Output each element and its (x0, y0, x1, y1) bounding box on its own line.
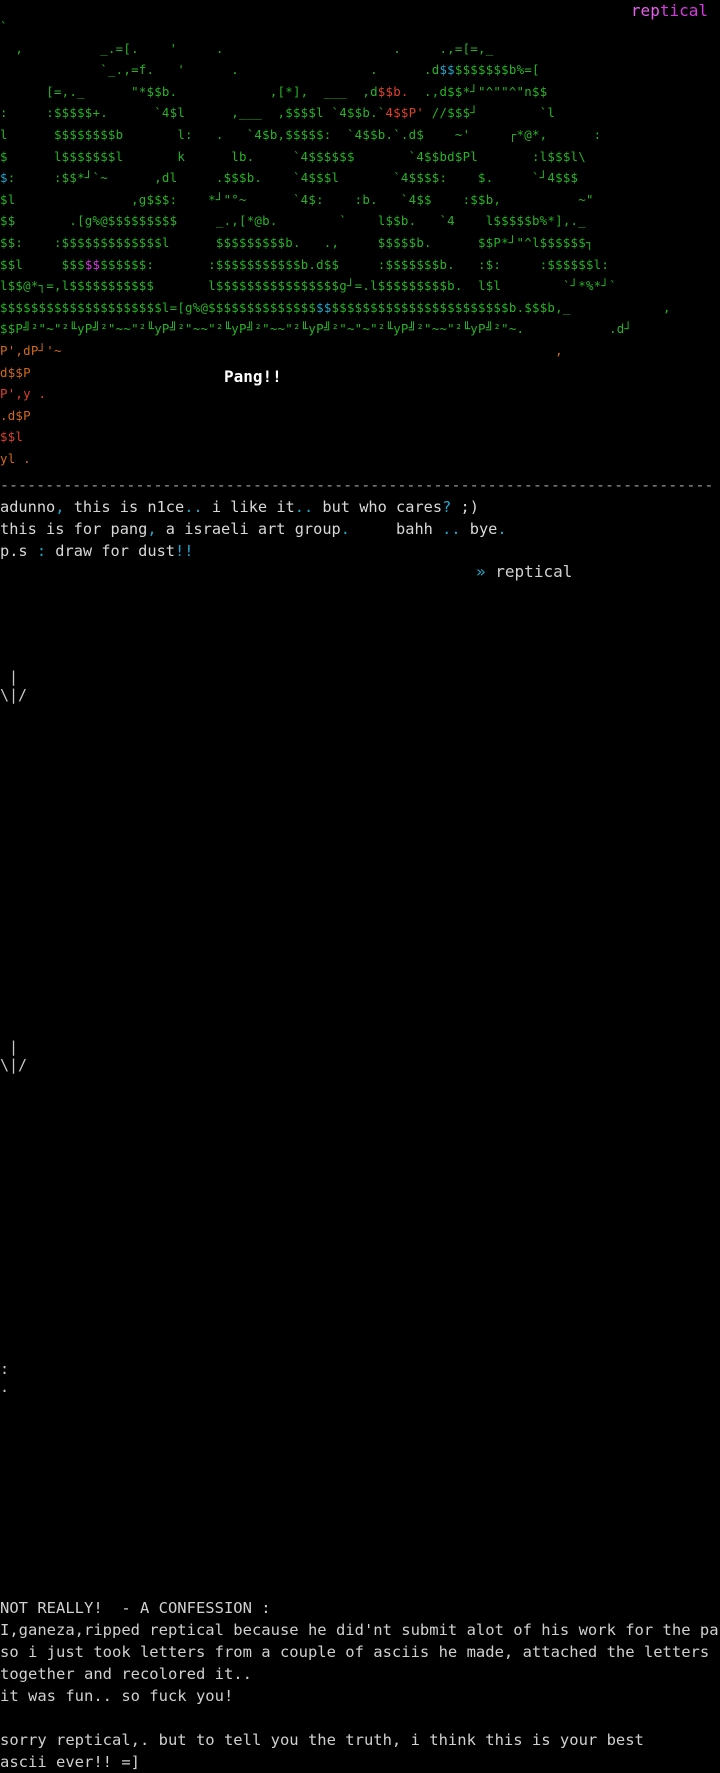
ascii-art-segment: $$ .[g%@$$$$$$$$$ _.,[*@b. ` l$$b. `4 l$… (0, 213, 586, 229)
message-segment: ? (442, 498, 452, 516)
ascii-art-row: l$$@*┐=,l$$$$$$$$$$$ l$$$$$$$$$$$$$$$$g┘… (0, 275, 617, 297)
ascii-art-segment: $l ,g$$$: *┘"°~ `4$: :b. `4$$ :$$b, ~" (0, 191, 594, 207)
message-segment: , (147, 520, 157, 538)
ascii-art-segment: $ l$$$$$$$l k lb. `4$$$$$$ `4$$bd$Pl :l$… (0, 148, 586, 164)
signature-name: reptical (495, 562, 573, 581)
ascii-art-segment: $$$$$$$b%=[ (454, 62, 540, 78)
ascii-art-segment: $$$$$$$$$$$$$$$$$$$$$l=[g%@$$$$$$$$$$$$$… (0, 299, 317, 315)
confession-block: NOT REALLY! - A CONFESSION : I,ganeza,rip… (0, 1597, 720, 1773)
ascii-art-segment: ` (0, 19, 525, 34)
ascii-art-segment: $$b. (377, 83, 409, 99)
ascii-art-segment: $$l (0, 429, 24, 445)
signature-arrows: » (476, 562, 486, 581)
ascii-art-row: $$l $$$$$$$$$$$: :$$$$$$$$$$$b.d$$ :$$$$… (0, 254, 609, 276)
ascii-art-row: .d$P (0, 405, 31, 427)
ascii-art-segment: $$l $$$ (0, 256, 85, 272)
ascii-art-row: `_.,=f. ' . . .d$$$$$$$$$b%=[ (0, 59, 540, 81)
message-segment: bye (460, 520, 498, 538)
message-segment: bahh (350, 520, 443, 538)
pang-ascii-logo: ` , _.=[. ' . . .,=[=,_ `_.,=f. ' . . .d… (0, 0, 720, 466)
message-segment: adunno (0, 498, 56, 516)
divider-mark-3: : . (0, 1360, 10, 1396)
confession-line (0, 1707, 720, 1729)
message-segment: this is n1ce (64, 498, 185, 516)
message-segment: this is for pang (0, 520, 148, 538)
ascii-art-segment: $$ (84, 256, 101, 272)
message-segment: a israeli art group (156, 520, 341, 538)
message-segment: .. (294, 498, 314, 516)
ascii-art-row: $$ .[g%@$$$$$$$$$ _.,[*@b. ` l$$b. `4 l$… (0, 210, 586, 232)
ascii-art-row: $$l (0, 426, 23, 448)
message-segment: . (340, 520, 350, 538)
message-line-3: p.s : draw for dust!! (0, 540, 193, 562)
confession-line: together and recolored it.. (0, 1665, 252, 1683)
ascii-art-segment: : :$$*┘`~ ,dl .$$$b. `4$$$l `4$$$$: $. `… (7, 170, 579, 186)
ascii-art-segment: //$$$┘ `l (424, 105, 556, 121)
ascii-art-segment: : :$$$$$+. `4$l ,___ ,$$$$l `4$$b.` (0, 105, 386, 121)
pang-label: Pang!! (224, 367, 282, 386)
message-segment: p.s (0, 542, 37, 560)
ascii-art-segment: l $$$$$$$$b l: . `4$b,$$$$$: `4$$b.`.d$ … (0, 127, 602, 142)
ascii-art-row: , _.=[. ' . . .,=[=,_ (0, 38, 493, 60)
ascii-art-segment: `_.,=f. ' . . .d (0, 62, 440, 78)
signature: » reptical (476, 561, 572, 583)
ascii-art-segment: l$$@*┐=,l$$$$$$$$$$$ l$$$$$$$$$$$$$$$$g┘… (0, 278, 617, 294)
ascii-art-segment: $$$$$$: :$$$$$$$$$$$b.d$$ :$$$$$$$b. :$:… (100, 256, 610, 272)
ascii-art-row: $: :$$*┘`~ ,dl .$$$b. `4$$$l `4$$$$: $. … (0, 167, 578, 189)
message-segment: . (497, 520, 507, 538)
divider-mark-1: | \|/ (0, 668, 28, 704)
ascii-art-segment: .d$P (0, 407, 31, 423)
ascii-art-segment: .,d$$*┘"^""^"n$$ (408, 83, 548, 99)
ascii-art-segment: $$P╝²"~"²╙yP╝²"~~"²╙yP╝²"~~"²╙yP╝²"~~"²╙… (0, 321, 633, 337)
message-segment: but who cares (313, 498, 443, 516)
ascii-art-row: $$$$$$$$$$$$$$$$$$$$$l=[g%@$$$$$$$$$$$$$… (0, 297, 671, 319)
message-line-1: adunno, this is n1ce.. i like it.. but w… (0, 496, 479, 518)
ascii-art-segment: yl . (0, 451, 31, 466)
message-segment: ;) (451, 498, 479, 516)
message-line-2: this is for pang, a israeli art group. b… (0, 518, 507, 540)
ascii-art-row: ` (0, 16, 524, 38)
confession-title: NOT REALLY! - A CONFESSION : (0, 1599, 271, 1617)
horizontal-divider: ----------------------------------------… (0, 476, 712, 494)
ascii-art-row: $$: :$$$$$$$$$$$$$l $$$$$$$$$b. ., $$$$$… (0, 232, 594, 254)
ascii-art-row: [=,._ "*$$b. ,[*], ___ ,d$$b. .,d$$*┘"^"… (0, 81, 547, 103)
ascii-art-row: l $$$$$$$$b l: . `4$b,$$$$$: `4$$b.`.d$ … (0, 124, 601, 146)
ascii-art-segment: , _.=[. ' . . .,=[=,_ (0, 40, 494, 56)
confession-line: it was fun.. so fuck you! (0, 1687, 234, 1705)
message-segment: !! (175, 542, 194, 560)
confession-line: sorry reptical,. but to tell you the tru… (0, 1731, 644, 1749)
ascii-art-row: d$$P (0, 362, 31, 384)
confession-line: ascii ever!! =] (0, 1753, 140, 1771)
ascii-art-row: yl . (0, 448, 31, 470)
ascii-art-segment: $$ (439, 62, 455, 78)
confession-text: I,ganeza,ripped reptical because he did'… (0, 1619, 720, 1773)
ascii-art-segment: $$$$$$$$$$$$$$$$$$$$$$$b.$$$b,_ , (331, 299, 671, 315)
ascii-art-segment: $ (0, 170, 8, 186)
divider-mark-2: | \|/ (0, 1038, 28, 1074)
message-segment: i like it (202, 498, 295, 516)
ascii-art-segment: 4$$P' (385, 105, 425, 121)
confession-line: so i just took letters from a couple of … (0, 1643, 710, 1661)
message-segment: .. (442, 520, 461, 538)
message-segment: : (36, 542, 47, 560)
ascii-art-row: $$P╝²"~"²╙yP╝²"~~"²╙yP╝²"~~"²╙yP╝²"~~"²╙… (0, 318, 632, 340)
ascii-art-row: $ l$$$$$$$l k lb. `4$$$$$$ `4$$bd$Pl :l$… (0, 146, 586, 168)
ascii-art-row: P',y . (0, 383, 46, 405)
ascii-art-row: P',dP┘'~ , (0, 340, 563, 362)
ascii-art-segment: [=,._ "*$$b. ,[*], ___ ,d (0, 83, 378, 99)
ascii-art-segment: P',dP┘'~ , (0, 343, 563, 358)
ascii-art-segment: P',y . (0, 386, 47, 402)
ascii-art-segment: d$$P (0, 364, 31, 380)
message-segment: .. (184, 498, 203, 516)
ascii-art-segment: $$: :$$$$$$$$$$$$$l $$$$$$$$$b. ., $$$$$… (0, 235, 594, 250)
ascii-art-row: $l ,g$$$: *┘"°~ `4$: :b. `4$$ :$$b, ~" (0, 189, 594, 211)
ascii-art-segment: $$ (316, 299, 332, 315)
ascii-art-row: : :$$$$$+. `4$l ,___ ,$$$$l `4$$b.`4$$P'… (0, 102, 555, 124)
message-segment: draw for dust (46, 542, 175, 560)
confession-line: I,ganeza,ripped reptical because he did'… (0, 1621, 720, 1639)
